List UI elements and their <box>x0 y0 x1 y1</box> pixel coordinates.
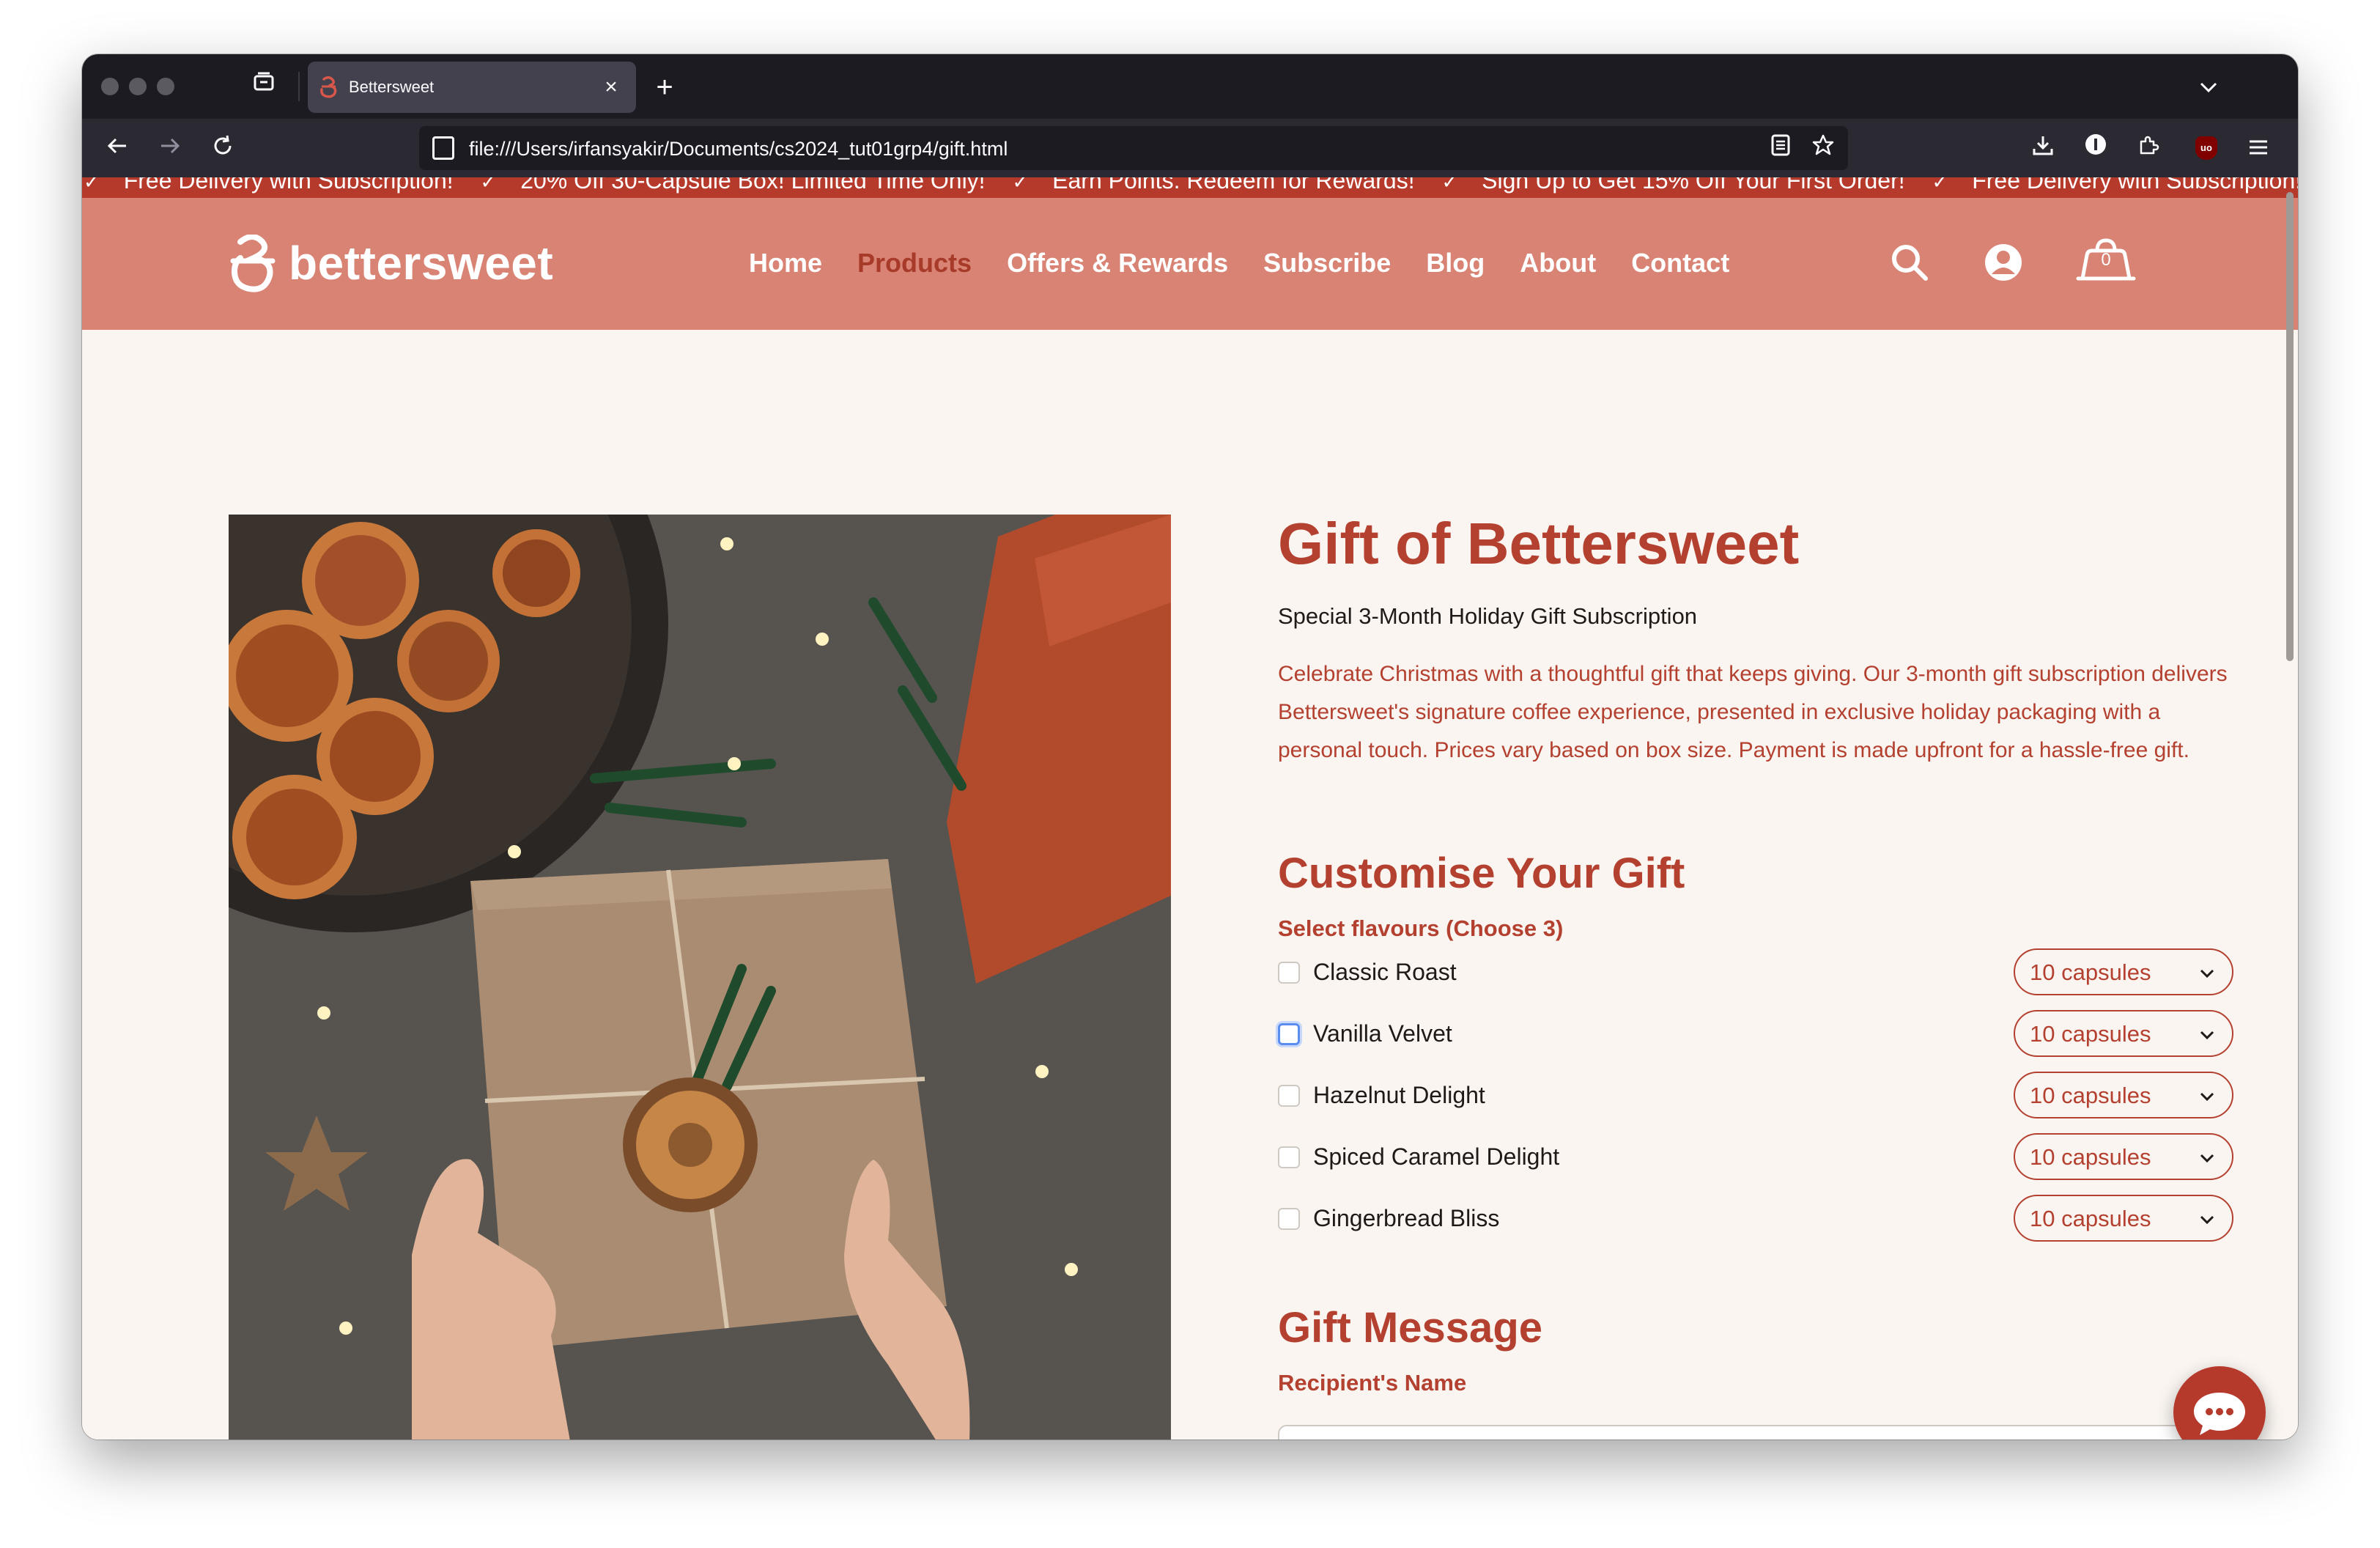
flavour-name: Gingerbread Bliss <box>1313 1205 1500 1231</box>
nav-about[interactable]: About <box>1520 245 1596 281</box>
url-bar[interactable]: file:///Users/irfansyakir/Documents/cs20… <box>419 126 1848 170</box>
chat-button[interactable] <box>2173 1366 2266 1440</box>
flavour-checkbox[interactable] <box>1278 1023 1300 1045</box>
new-tab-icon[interactable]: + <box>646 69 683 106</box>
browser-window: Bettersweet × + file:///Users/irfansyaki… <box>82 54 2298 1440</box>
ticker-item: Earn Points. Redeem for Rewards! <box>1052 177 1415 194</box>
browser-tab-active[interactable]: Bettersweet × <box>308 62 636 113</box>
check-icon: ✓ <box>84 177 100 193</box>
tab-manager-icon[interactable] <box>248 70 280 103</box>
reload-icon[interactable] <box>204 129 242 167</box>
url-text: file:///Users/irfansyakir/Documents/cs20… <box>469 138 1008 160</box>
ublock-origin-icon[interactable]: uo <box>2195 136 2217 160</box>
chevron-down-icon <box>2200 1215 2214 1225</box>
nav-blog[interactable]: Blog <box>1426 245 1485 281</box>
tab-title: Bettersweet <box>349 78 435 96</box>
cart-count: 0 <box>2101 250 2111 270</box>
chevron-down-icon <box>2200 1031 2214 1040</box>
browser-nav-bar: file:///Users/irfansyakir/Documents/cs20… <box>82 119 2298 177</box>
nav-subscribe[interactable]: Subscribe <box>1263 245 1391 281</box>
flavour-row-gingerbread-bliss: Gingerbread Bliss 10 capsules <box>1278 1195 2233 1242</box>
bettersweet-logo-icon[interactable] <box>229 235 277 293</box>
nav-home[interactable]: Home <box>749 245 822 281</box>
flavour-name: Vanilla Velvet <box>1313 1020 1452 1047</box>
tab-close-icon[interactable]: × <box>596 73 626 102</box>
flavour-name: Hazelnut Delight <box>1313 1082 1485 1108</box>
back-arrow-icon[interactable] <box>98 129 136 167</box>
capsule-select-value: 10 capsules <box>2030 1021 2151 1047</box>
forward-arrow-icon[interactable] <box>151 129 189 167</box>
capsule-select[interactable]: 10 capsules <box>2014 1133 2233 1180</box>
page-file-icon <box>432 136 454 160</box>
flavours-label: Select flavours (Choose 3) <box>1278 915 1564 941</box>
flavour-name: Spiced Caramel Delight <box>1313 1143 1560 1170</box>
flavour-name: Classic Roast <box>1313 959 1457 985</box>
ticker-item: Free Delivery with Subscription! <box>123 177 454 194</box>
check-icon: ✓ <box>1012 177 1029 193</box>
window-zoom-button[interactable] <box>157 78 174 95</box>
flavour-row-vanilla-velvet: Vanilla Velvet 10 capsules <box>1278 1010 2233 1057</box>
reader-view-icon[interactable] <box>1766 133 1795 163</box>
main-nav: Home Products Offers & Rewards Subscribe… <box>749 245 1729 281</box>
page-scrollbar-thumb[interactable] <box>2286 192 2294 661</box>
promo-ticker: ✓ Free Delivery with Subscription! ✓ 20%… <box>82 177 2298 198</box>
capsule-select-value: 10 capsules <box>2030 1083 2151 1108</box>
capsule-select[interactable]: 10 capsules <box>2014 1010 2233 1057</box>
product-description: Celebrate Christmas with a thoughtful gi… <box>1278 662 2228 762</box>
chat-bubble-icon <box>2194 1393 2245 1435</box>
window-close-button[interactable] <box>101 78 119 95</box>
nav-offers-rewards[interactable]: Offers & Rewards <box>1007 245 1228 281</box>
flavour-checkbox[interactable] <box>1278 1146 1300 1168</box>
browser-tab-bar: Bettersweet × + <box>82 54 2298 119</box>
nav-products[interactable]: Products <box>857 245 972 281</box>
product-subtitle: Special 3-Month Holiday Gift Subscriptio… <box>1278 603 1698 629</box>
site-header: bettersweet Home Products Offers & Rewar… <box>82 198 2298 330</box>
downloads-icon[interactable] <box>2025 130 2061 166</box>
check-icon: ✓ <box>1441 177 1458 193</box>
cart-button[interactable]: 0 <box>2075 237 2137 284</box>
extensions-puzzle-icon[interactable] <box>2131 130 2166 166</box>
capsule-select-value: 10 capsules <box>2030 959 2151 985</box>
tab-list-chevron-icon[interactable] <box>2192 70 2225 103</box>
product-image <box>229 515 1171 1440</box>
search-icon[interactable] <box>1888 240 1932 284</box>
chevron-down-icon <box>2200 1154 2214 1163</box>
flavour-row-spiced-caramel-delight: Spiced Caramel Delight 10 capsules <box>1278 1133 2233 1180</box>
nav-contact[interactable]: Contact <box>1631 245 1729 281</box>
capsule-select-value: 10 capsules <box>2030 1144 2151 1170</box>
page-viewport: ✓ Free Delivery with Subscription! ✓ 20%… <box>82 177 2298 1440</box>
customise-heading: Customise Your Gift <box>1278 849 1685 897</box>
recipient-name-label: Recipient's Name <box>1278 1370 1467 1396</box>
chevron-down-icon <box>2200 1092 2214 1102</box>
ticker-track: ✓ Free Delivery with Subscription! ✓ 20%… <box>82 177 2298 196</box>
product-title: Gift of Bettersweet <box>1278 511 1800 576</box>
account-icon[interactable] <box>1981 240 2025 284</box>
capsule-select[interactable]: 10 capsules <box>2014 1195 2233 1242</box>
flavour-checkbox[interactable] <box>1278 1085 1300 1107</box>
password-manager-icon[interactable] <box>2078 130 2113 166</box>
capsule-select[interactable]: 10 capsules <box>2014 948 2233 995</box>
check-icon: ✓ <box>480 177 497 193</box>
app-menu-hamburger-icon[interactable] <box>2241 130 2276 166</box>
ticker-item: Free Delivery with Subscription! <box>1972 177 2298 194</box>
brand-name[interactable]: bettersweet <box>289 235 553 292</box>
bookmark-star-icon[interactable] <box>1808 133 1838 163</box>
flavour-checkbox[interactable] <box>1278 962 1300 984</box>
tab-separator <box>298 72 300 101</box>
bettersweet-favicon-icon <box>319 76 339 98</box>
check-icon: ✓ <box>1932 177 1948 193</box>
chevron-down-icon <box>2200 969 2214 978</box>
ticker-item: Sign Up to Get 15% Off Your First Order! <box>1482 177 1905 194</box>
ticker-item: 20% Off 30-Capsule Box! Limited Time Onl… <box>520 177 986 194</box>
gift-box-photo <box>229 515 1171 1440</box>
capsule-select-value: 10 capsules <box>2030 1206 2151 1231</box>
flavour-row-hazelnut-delight: Hazelnut Delight 10 capsules <box>1278 1072 2233 1118</box>
capsule-select[interactable]: 10 capsules <box>2014 1072 2233 1118</box>
gift-message-heading: Gift Message <box>1278 1304 1542 1352</box>
flavour-checkbox[interactable] <box>1278 1208 1300 1230</box>
window-minimize-button[interactable] <box>129 78 147 95</box>
recipient-name-field <box>1278 1425 2233 1440</box>
flavour-row-classic-roast: Classic Roast 10 capsules <box>1278 948 2233 995</box>
